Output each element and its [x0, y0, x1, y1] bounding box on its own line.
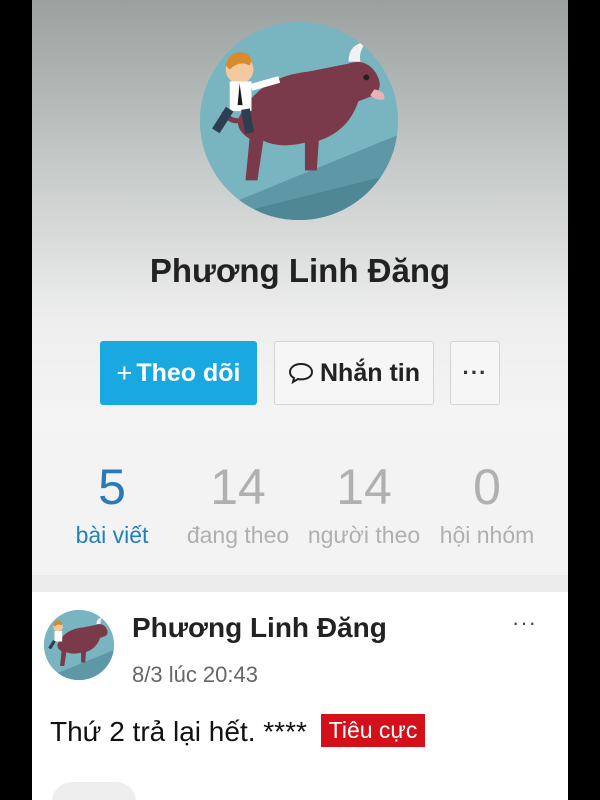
stat-following-value: 14 [210, 459, 266, 515]
message-button[interactable]: Nhắn tin [274, 341, 434, 405]
post-author-name[interactable]: Phương Linh Đăng [132, 612, 387, 644]
stat-followers[interactable]: 14 người theo [304, 425, 424, 575]
plus-icon: + [116, 357, 133, 388]
follow-button[interactable]: + Theo dõi [100, 341, 257, 405]
profile-avatar[interactable] [200, 22, 398, 220]
more-options-button[interactable]: ··· [450, 341, 500, 405]
stat-groups-label: hội nhóm [439, 522, 535, 548]
screen: Phương Linh Đăng + Theo dõi Nhắn tin ···… [32, 0, 568, 800]
sentiment-tag: Tiêu cực [320, 714, 426, 747]
stat-groups[interactable]: 0 hội nhóm [432, 425, 542, 575]
post-menu-icon[interactable]: ··· [512, 610, 537, 636]
stat-followers-value: 14 [336, 459, 392, 515]
stat-posts[interactable]: 5 bài viết [62, 425, 162, 575]
profile-stats: 5 bài viết 14 đang theo 14 người theo 0 … [32, 425, 568, 575]
profile-name: Phương Linh Đăng [149, 252, 451, 289]
man-riding-bull-icon [200, 22, 398, 220]
profile-header: Phương Linh Đăng + Theo dõi Nhắn tin ··· [32, 0, 568, 425]
chat-bubble-icon [288, 362, 314, 385]
post-text: Thứ 2 trả lại hết. **** [50, 716, 307, 747]
more-dots-icon: ··· [462, 360, 488, 385]
post-timestamp: 8/3 lúc 20:43 [132, 662, 258, 687]
post-content: Thứ 2 trả lại hết. **** Tiêu cực [50, 714, 426, 748]
stat-followers-label: người theo [307, 522, 421, 548]
reaction-button[interactable] [52, 782, 136, 800]
follow-label: Theo dõi [136, 358, 241, 387]
stat-posts-value: 5 [98, 459, 126, 515]
post-card: Phương Linh Đăng 8/3 lúc 20:43 ··· Thứ 2… [32, 592, 568, 800]
stat-following[interactable]: 14 đang theo [180, 425, 296, 575]
man-riding-bull-icon [44, 610, 114, 680]
stat-following-label: đang theo [186, 522, 290, 548]
stat-groups-value: 0 [473, 459, 501, 515]
stat-posts-label: bài viết [75, 522, 149, 548]
post-author-avatar[interactable] [44, 610, 114, 680]
message-label: Nhắn tin [320, 358, 420, 387]
